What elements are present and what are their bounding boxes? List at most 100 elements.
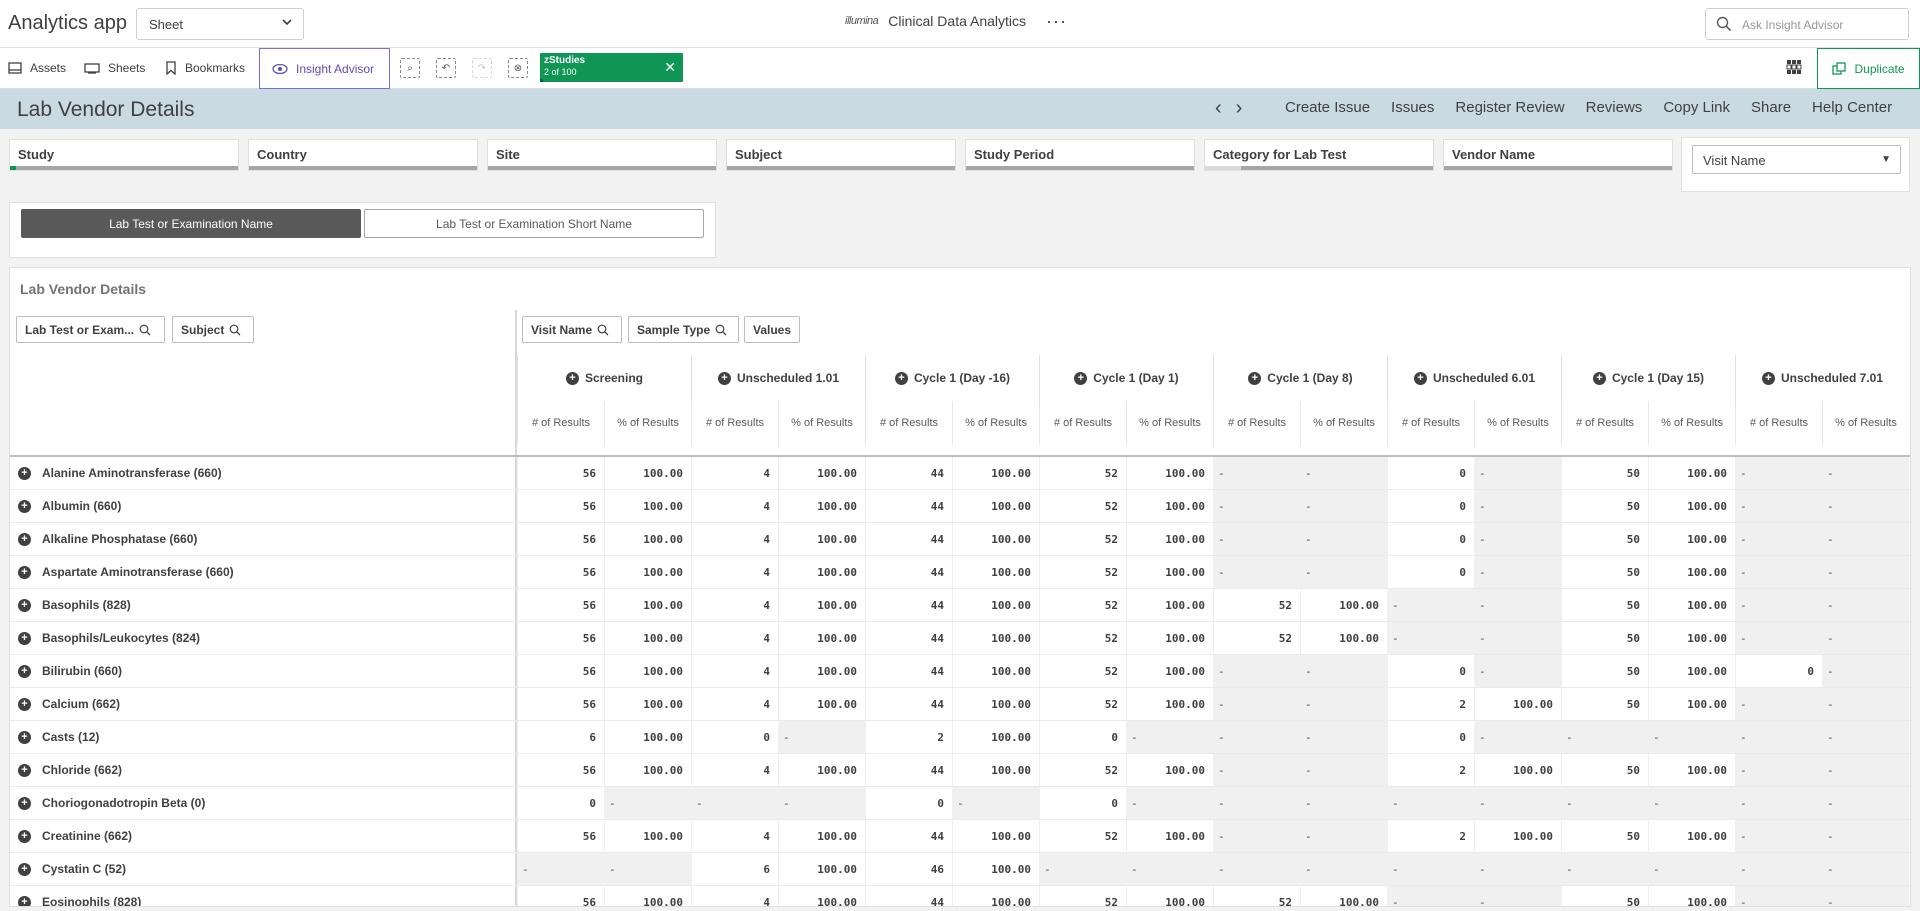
visit-header-screening[interactable]: + Screening: [517, 355, 691, 401]
filter-country[interactable]: Country: [248, 139, 478, 171]
expand-icon[interactable]: +: [18, 862, 31, 876]
row-label[interactable]: + Alanine Aminotransferase (660): [18, 466, 222, 480]
visit-header-cycle1-day-16[interactable]: + Cycle 1 (Day -16): [865, 355, 1039, 401]
expand-icon[interactable]: +: [18, 796, 31, 810]
expand-icon[interactable]: +: [565, 371, 579, 385]
measure-header[interactable]: # of Results: [517, 401, 604, 445]
row-label[interactable]: + Eosinophils (828): [18, 895, 141, 906]
row-label[interactable]: + Basophils/Leukocytes (824): [18, 631, 200, 645]
expand-icon[interactable]: +: [18, 631, 31, 645]
previous-sheet-button[interactable]: ‹: [1215, 98, 1222, 118]
expand-icon[interactable]: +: [18, 532, 31, 546]
next-sheet-button[interactable]: ›: [1236, 98, 1243, 118]
create-issue-link[interactable]: Create Issue: [1285, 99, 1370, 116]
expand-icon[interactable]: +: [1413, 371, 1427, 385]
expand-icon[interactable]: +: [717, 371, 731, 385]
issues-link[interactable]: Issues: [1391, 99, 1434, 116]
measure-header[interactable]: # of Results: [1387, 401, 1474, 445]
row-label[interactable]: + Calcium (662): [18, 697, 120, 711]
expand-icon[interactable]: +: [18, 895, 31, 906]
lab-test-short-name-button[interactable]: Lab Test or Examination Short Name: [364, 209, 704, 238]
measure-header[interactable]: % of Results: [952, 401, 1039, 445]
filter-vendor-name[interactable]: Vendor Name: [1443, 139, 1673, 171]
row-label[interactable]: + Choriogonadotropin Beta (0): [18, 796, 205, 810]
row-label[interactable]: + Cystatin C (52): [18, 862, 126, 876]
visit-header-cycle1-day8[interactable]: + Cycle 1 (Day 8): [1213, 355, 1387, 401]
expand-icon[interactable]: +: [1592, 371, 1606, 385]
more-menu-icon[interactable]: ···: [1046, 12, 1067, 30]
step-back-icon[interactable]: ↶: [436, 58, 456, 78]
filter-study[interactable]: Study: [9, 139, 239, 171]
left-dim-subject[interactable]: Subject: [172, 316, 254, 343]
row-label[interactable]: + Alkaline Phosphatase (660): [18, 532, 197, 546]
measure-header[interactable]: # of Results: [1039, 401, 1126, 445]
ask-insight-advisor-input[interactable]: Ask Insight Advisor: [1705, 8, 1909, 40]
row-label[interactable]: + Bilirubin (660): [18, 664, 122, 678]
expand-icon[interactable]: +: [18, 598, 31, 612]
clear-selections-icon[interactable]: ⊗: [508, 58, 528, 78]
row-label[interactable]: + Chloride (662): [18, 763, 122, 777]
visit-header-cycle1-day1[interactable]: + Cycle 1 (Day 1): [1039, 355, 1213, 401]
measure-header[interactable]: % of Results: [1648, 401, 1735, 445]
measure-header[interactable]: # of Results: [1735, 401, 1822, 445]
row-label[interactable]: + Basophils (828): [18, 598, 131, 612]
measure-header[interactable]: # of Results: [1213, 401, 1300, 445]
row-label[interactable]: + Casts (12): [18, 730, 99, 744]
expand-icon[interactable]: +: [18, 565, 31, 579]
help-center-link[interactable]: Help Center: [1812, 99, 1892, 116]
row-label[interactable]: + Albumin (660): [18, 499, 121, 513]
expand-icon[interactable]: +: [894, 371, 908, 385]
measure-header[interactable]: % of Results: [1474, 401, 1561, 445]
sheets-button[interactable]: Sheets: [84, 48, 145, 88]
row-label[interactable]: + Creatinine (662): [18, 829, 132, 843]
measure-header[interactable]: % of Results: [604, 401, 691, 445]
visit-header-unscheduled-6-01[interactable]: + Unscheduled 6.01: [1387, 355, 1561, 401]
left-dim-lab-test[interactable]: Lab Test or Exam...: [16, 316, 165, 343]
close-icon[interactable]: ✕: [664, 59, 676, 76]
assets-button[interactable]: Assets: [8, 48, 66, 88]
measure-header[interactable]: % of Results: [1300, 401, 1387, 445]
sheet-select[interactable]: Sheet: [136, 8, 304, 40]
expand-icon[interactable]: +: [18, 730, 31, 744]
register-review-link[interactable]: Register Review: [1455, 99, 1564, 116]
visit-header-cycle1-day15[interactable]: + Cycle 1 (Day 15): [1561, 355, 1735, 401]
filter-category-lab-test[interactable]: Category for Lab Test: [1204, 139, 1434, 171]
share-link[interactable]: Share: [1751, 99, 1791, 116]
filter-study-period[interactable]: Study Period: [965, 139, 1195, 171]
filter-site[interactable]: Site: [487, 139, 717, 171]
step-forward-icon[interactable]: ↷: [472, 58, 492, 78]
visit-name-dropdown[interactable]: Visit Name ▼: [1692, 145, 1901, 174]
lab-test-name-button[interactable]: Lab Test or Examination Name: [21, 209, 361, 238]
measure-header[interactable]: # of Results: [865, 401, 952, 445]
duplicate-button[interactable]: Duplicate: [1817, 48, 1920, 89]
measure-header[interactable]: % of Results: [778, 401, 865, 445]
expand-icon[interactable]: +: [18, 829, 31, 843]
expand-icon[interactable]: +: [18, 763, 31, 777]
smart-search-icon[interactable]: ⌕: [400, 58, 420, 78]
table-cell: 4: [691, 754, 778, 786]
filter-subject[interactable]: Subject: [726, 139, 956, 171]
top-dim-sample-type[interactable]: Sample Type: [628, 316, 739, 343]
expand-icon[interactable]: +: [1074, 371, 1088, 385]
row-label[interactable]: + Aspartate Aminotransferase (660): [18, 565, 234, 579]
measure-header[interactable]: % of Results: [1126, 401, 1213, 445]
expand-icon[interactable]: +: [18, 466, 31, 480]
measure-header[interactable]: # of Results: [691, 401, 778, 445]
top-dim-values[interactable]: Values: [744, 316, 800, 343]
copy-link-link[interactable]: Copy Link: [1663, 99, 1730, 116]
visit-header-unscheduled-7-01[interactable]: + Unscheduled 7.01: [1735, 355, 1909, 401]
visit-header-unscheduled-1-01[interactable]: + Unscheduled 1.01: [691, 355, 865, 401]
expand-icon[interactable]: +: [18, 499, 31, 513]
selection-chip[interactable]: zStudies 2 of 100 ✕: [540, 53, 683, 82]
expand-icon[interactable]: +: [1248, 371, 1262, 385]
measure-header[interactable]: # of Results: [1561, 401, 1648, 445]
top-dim-visit-name[interactable]: Visit Name: [522, 316, 622, 343]
measure-header[interactable]: % of Results: [1822, 401, 1909, 445]
bookmarks-button[interactable]: Bookmarks: [165, 48, 245, 88]
expand-icon[interactable]: +: [18, 697, 31, 711]
expand-icon[interactable]: +: [1761, 371, 1775, 385]
grid-icon[interactable]: [1786, 59, 1802, 80]
reviews-link[interactable]: Reviews: [1586, 99, 1643, 116]
insight-advisor-button[interactable]: Insight Advisor: [259, 48, 390, 89]
expand-icon[interactable]: +: [18, 664, 31, 678]
